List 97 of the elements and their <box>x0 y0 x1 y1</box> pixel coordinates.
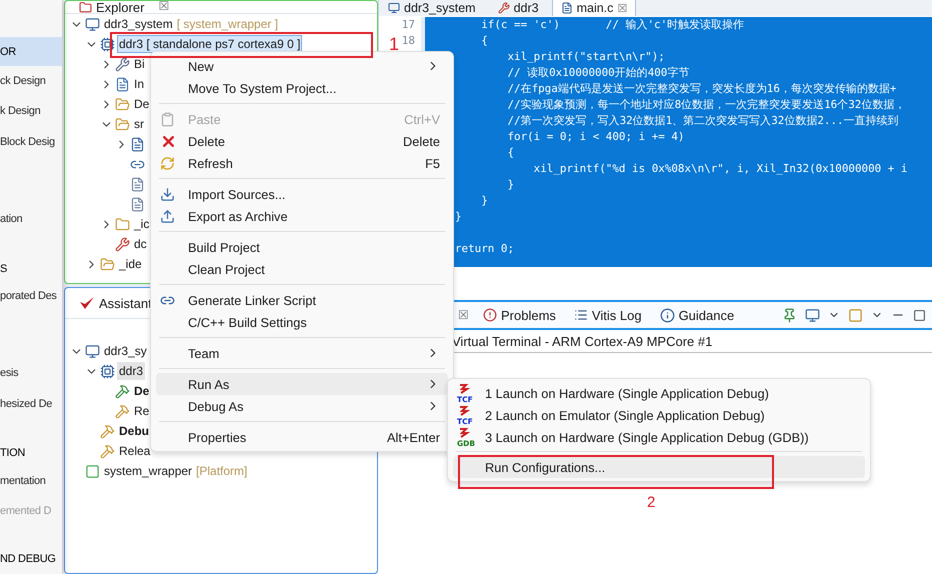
pin-icon[interactable] <box>782 308 797 322</box>
menu-item[interactable]: Move To System Project... <box>156 77 448 99</box>
line-number: 18 <box>402 33 415 49</box>
menu-item[interactable]: New <box>156 55 448 77</box>
tree-item[interactable]: sr <box>132 115 146 133</box>
navigator-item[interactable]: ation <box>0 204 62 234</box>
folder-icon <box>100 256 115 272</box>
tree-item[interactable]: De <box>132 382 152 400</box>
tree-item[interactable]: Bi <box>132 55 147 73</box>
code-line: if(c == 'c') // 输入'c'时触发读取操作 <box>480 17 746 33</box>
monitor-icon[interactable] <box>805 308 820 322</box>
document-icon <box>130 176 145 192</box>
import-icon <box>160 186 175 202</box>
navigator-item[interactable]: S <box>0 254 62 284</box>
navigator-item[interactable]: OR <box>0 37 62 66</box>
folder-icon <box>115 116 130 132</box>
tree-item-suffix: [ system_wrapper ] <box>176 17 278 31</box>
maximize-icon[interactable] <box>913 308 926 322</box>
clipboard-icon <box>160 112 175 126</box>
document-icon <box>130 196 145 212</box>
code-line: { <box>506 145 516 161</box>
tree-item[interactable]: _ic <box>132 215 152 233</box>
tree-item[interactable]: In <box>132 75 146 93</box>
menu-item[interactable]: Import Sources... <box>156 183 448 205</box>
system-project-icon <box>85 16 100 32</box>
line-number: 17 <box>402 17 415 33</box>
menu-item[interactable]: Debug As <box>156 395 448 417</box>
tree-item[interactable]: De <box>132 95 152 113</box>
platform-icon <box>85 464 100 478</box>
tree-item[interactable]: Relea <box>117 442 152 460</box>
tree-item[interactable]: system_wrapper [Platform] <box>102 462 250 480</box>
code-line: } <box>455 209 463 225</box>
menu-item[interactable]: Build Project <box>156 236 448 258</box>
hammer-icon <box>100 424 115 438</box>
hammer-icon <box>100 444 115 458</box>
application-icon <box>100 36 115 52</box>
navigator-item[interactable]: k Design <box>0 96 62 126</box>
tools-icon <box>498 2 510 14</box>
tools-icon <box>115 236 130 252</box>
code-line: //第一次突发写，写入32位数据1、第二次突发写写入32位数据2...一直持续到 <box>506 113 900 129</box>
annotation-number: 2 <box>647 494 656 511</box>
log-icon <box>574 308 588 322</box>
tree-item[interactable]: dc <box>132 235 149 253</box>
info-icon <box>660 308 675 322</box>
export-icon <box>160 208 175 224</box>
annotation-number: 1 <box>389 34 400 55</box>
editor-tab[interactable]: main.c ☒ <box>552 0 636 16</box>
menu-item[interactable]: Run As <box>156 373 448 395</box>
menu-item[interactable]: Refresh F5 <box>156 152 448 174</box>
navigator-item[interactable]: mentation <box>0 466 62 496</box>
code-line: { <box>480 33 489 49</box>
navigator-item[interactable]: esis <box>0 358 62 388</box>
code-line: //在fpga端代码是发送一次完整突发写，突发长度为16，每次突发传输的数据+ <box>506 81 898 97</box>
code-line: } <box>480 193 489 209</box>
tree-item[interactable]: ddr3_system [ system_wrapper ] <box>102 15 280 33</box>
code-line: } <box>506 177 516 193</box>
hammer-check-icon <box>115 384 130 398</box>
menu-item[interactable]: Run Configurations... <box>453 456 865 478</box>
menu-item[interactable]: Export as Archive <box>156 205 448 227</box>
code-line: // 读取0x10000000开始的400字节 <box>506 65 690 81</box>
navigator-item[interactable]: porated Des <box>0 281 62 311</box>
menu-item[interactable]: Delete Delete <box>156 130 448 152</box>
hammer-icon <box>115 404 130 418</box>
close-icon[interactable]: ☒ <box>617 2 628 14</box>
problems-icon <box>483 308 497 322</box>
system-project-icon <box>85 344 100 358</box>
close-icon[interactable]: ☒ <box>458 308 469 322</box>
navigator-item[interactable]: TION <box>0 438 62 468</box>
tree-item[interactable]: Debu <box>117 422 151 440</box>
navigator-item[interactable]: hesized De <box>0 389 62 419</box>
console-tab[interactable]: Problems <box>479 304 560 326</box>
code-line: xil_printf("%d is 0x%08x\n\r", i, Xil_In32(0x10000000 + i <box>532 161 908 177</box>
navigator-item[interactable]: ND DEBUG <box>0 544 62 574</box>
console-tab[interactable]: Vitis Log <box>570 304 646 326</box>
tree-item[interactable]: _ide <box>117 255 144 273</box>
code-line: for(i = 0; i < 400; i += 4) <box>506 129 686 145</box>
application-icon <box>100 364 115 378</box>
folder-icon <box>115 96 130 112</box>
system-project-icon <box>388 2 400 14</box>
check-mark-icon <box>79 296 95 310</box>
code-line: //实验现象预测，每一个地址对应8位数据，一次完整突发要发送16个32位数据， <box>506 97 906 113</box>
explorer-icon <box>79 1 92 14</box>
folder-icon <box>115 216 130 232</box>
tree-item-suffix: [Platform] <box>196 464 248 478</box>
tree-item[interactable]: ddr3 <box>117 362 146 380</box>
tree-item[interactable]: Re <box>132 402 152 420</box>
refresh-icon <box>160 156 175 170</box>
code-line: xil_printf("start\n\r"); <box>506 49 666 65</box>
menu-item[interactable]: Clean Project <box>156 258 448 280</box>
close-icon[interactable]: ☒ <box>158 1 170 13</box>
console-tab[interactable]: Guidance <box>656 304 738 326</box>
navigator-item[interactable]: ck Design <box>0 66 62 96</box>
code-line: return 0; <box>455 241 516 257</box>
tree-item[interactable]: ddr3 [ standalone ps7 cortexa9 0 ] <box>117 35 302 53</box>
tree-item[interactable]: ddr3_sy <box>102 342 149 360</box>
menu-item[interactable]: Properties Alt+Enter <box>156 426 448 448</box>
navigator-item[interactable]: Block Desig <box>0 127 62 157</box>
